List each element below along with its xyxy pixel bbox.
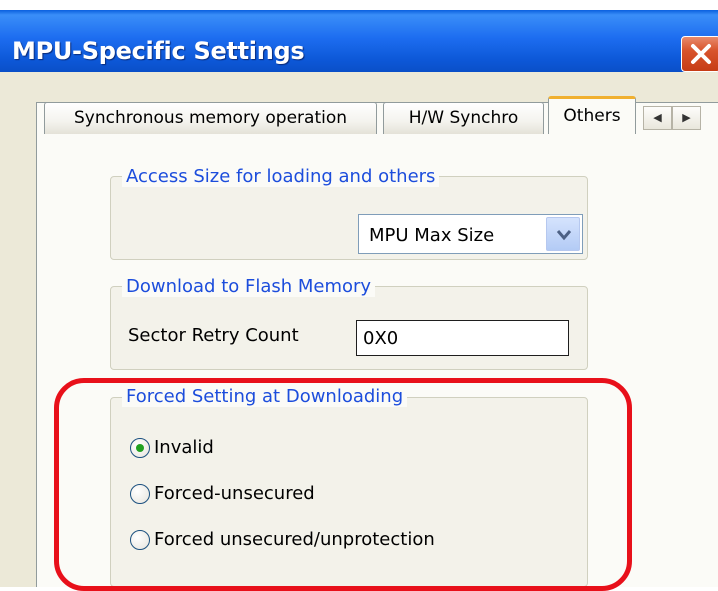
dropdown-button[interactable] bbox=[546, 217, 580, 251]
chevron-down-icon bbox=[556, 230, 572, 241]
sector-retry-input[interactable] bbox=[356, 320, 569, 356]
tab-hw-synchro[interactable]: H/W Synchro bbox=[383, 102, 544, 134]
tab-scroll-buttons: ◀ ▶ bbox=[643, 106, 701, 130]
highlight-annotation bbox=[54, 378, 632, 591]
tab-label: Synchronous memory operation bbox=[73, 108, 348, 128]
title-bar: MPU-Specific Settings bbox=[0, 10, 718, 72]
tab-others[interactable]: Others bbox=[548, 96, 636, 134]
access-size-value: MPU Max Size bbox=[369, 225, 495, 246]
window-title: MPU-Specific Settings bbox=[12, 37, 305, 65]
close-button[interactable] bbox=[681, 36, 718, 72]
chevron-right-icon: ▶ bbox=[682, 111, 691, 124]
tab-scroll-right-button[interactable]: ▶ bbox=[672, 106, 701, 130]
flash-memory-legend: Download to Flash Memory bbox=[122, 276, 376, 297]
sector-retry-label: Sector Retry Count bbox=[128, 325, 299, 346]
close-icon bbox=[691, 44, 711, 64]
chevron-left-icon: ◀ bbox=[653, 111, 662, 124]
access-size-select[interactable]: MPU Max Size bbox=[358, 214, 583, 254]
tab-label: H/W Synchro bbox=[408, 108, 519, 128]
tab-scroll-left-button[interactable]: ◀ bbox=[643, 106, 672, 130]
tab-synchronous-memory-operation[interactable]: Synchronous memory operation bbox=[44, 102, 377, 134]
access-size-legend: Access Size for loading and others bbox=[122, 166, 440, 187]
tab-label: Others bbox=[563, 106, 621, 126]
